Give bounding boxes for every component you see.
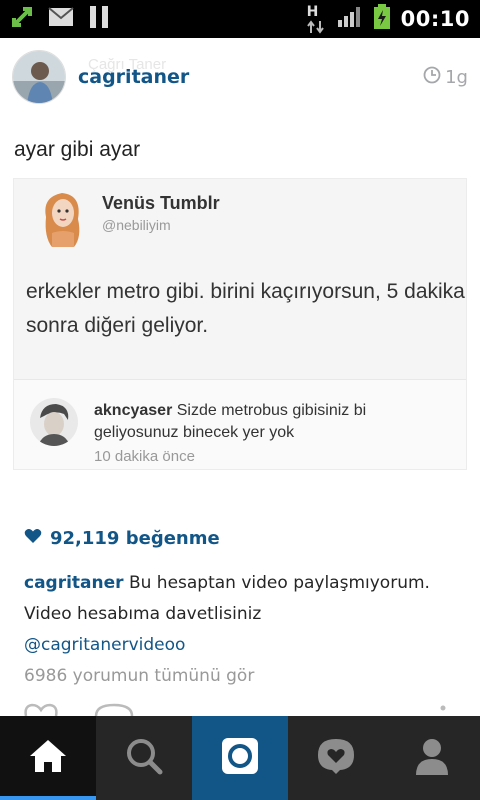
nav-activity[interactable] <box>288 716 384 800</box>
network-arrows-icon: H <box>305 4 327 34</box>
image-caption: ayar gibi ayar <box>14 138 141 161</box>
reply-text: akncyaser Sizde metrobus gibisiniz bi ge… <box>94 400 454 444</box>
clock-icon <box>423 66 441 89</box>
usb-icon <box>10 5 34 33</box>
network-type-label: H <box>306 4 319 20</box>
activity-icon <box>316 737 356 779</box>
action-row <box>0 700 480 716</box>
likes-count: 92,119 beğenme <box>50 528 220 549</box>
comment-button-icon <box>94 703 134 716</box>
signal-bars-icon <box>337 6 363 32</box>
time-ago-label: 1g <box>445 67 468 88</box>
reply-timestamp: 10 dakika önce <box>94 448 195 465</box>
comment-mention-link[interactable]: @cagritanervideoo <box>24 630 464 661</box>
bottom-navigation <box>0 716 480 800</box>
reply-avatar <box>30 398 78 446</box>
tweet-author-handle: @nebiliyim <box>102 217 171 233</box>
more-options-icon <box>440 705 446 711</box>
tweet-reply: akncyaser Sizde metrobus gibisiniz bi ge… <box>14 379 466 469</box>
post-image[interactable]: ayar gibi ayar Venüs Tumblr @nebiliyim e… <box>0 116 480 513</box>
heart-icon <box>24 528 42 549</box>
clock: 00:10 <box>400 7 470 31</box>
battery-charging-icon <box>373 4 391 34</box>
likes-row[interactable]: 92,119 beğenme <box>24 528 220 549</box>
mail-icon <box>48 7 74 31</box>
post-username[interactable]: cagritaner <box>78 66 189 88</box>
nav-search[interactable] <box>96 716 192 800</box>
tweet-author-name: Venüs Tumblr <box>102 193 220 213</box>
nav-camera[interactable] <box>192 716 288 800</box>
tweet-text: erkekler metro gibi. birini kaçırıyorsun… <box>26 280 465 337</box>
search-icon <box>125 737 163 779</box>
avatar[interactable] <box>12 50 66 104</box>
post-header: Çağrı Taner cagritaner 1g <box>0 38 480 116</box>
tweet-card: Venüs Tumblr @nebiliyim erkekler metro g… <box>13 178 467 470</box>
tweet-avatar <box>38 187 88 249</box>
nav-profile[interactable] <box>384 716 480 800</box>
post-timestamp: 1g <box>423 66 468 89</box>
home-icon <box>28 738 68 778</box>
status-bar: H 00:10 <box>0 0 480 38</box>
post-comment: cagritaner Bu hesaptan video paylaşmıyor… <box>24 568 464 692</box>
camera-icon <box>220 736 260 780</box>
nav-home[interactable] <box>0 716 96 800</box>
view-all-comments-link[interactable]: 6986 yorumun tümünü gör <box>24 661 464 692</box>
pause-icon <box>88 5 110 33</box>
profile-icon <box>414 737 450 779</box>
tweet-main: Venüs Tumblr @nebiliyim erkekler metro g… <box>14 179 466 379</box>
comment-username[interactable]: cagritaner <box>24 573 124 593</box>
reply-username: akncyaser <box>94 402 173 419</box>
like-button-icon <box>24 703 58 716</box>
